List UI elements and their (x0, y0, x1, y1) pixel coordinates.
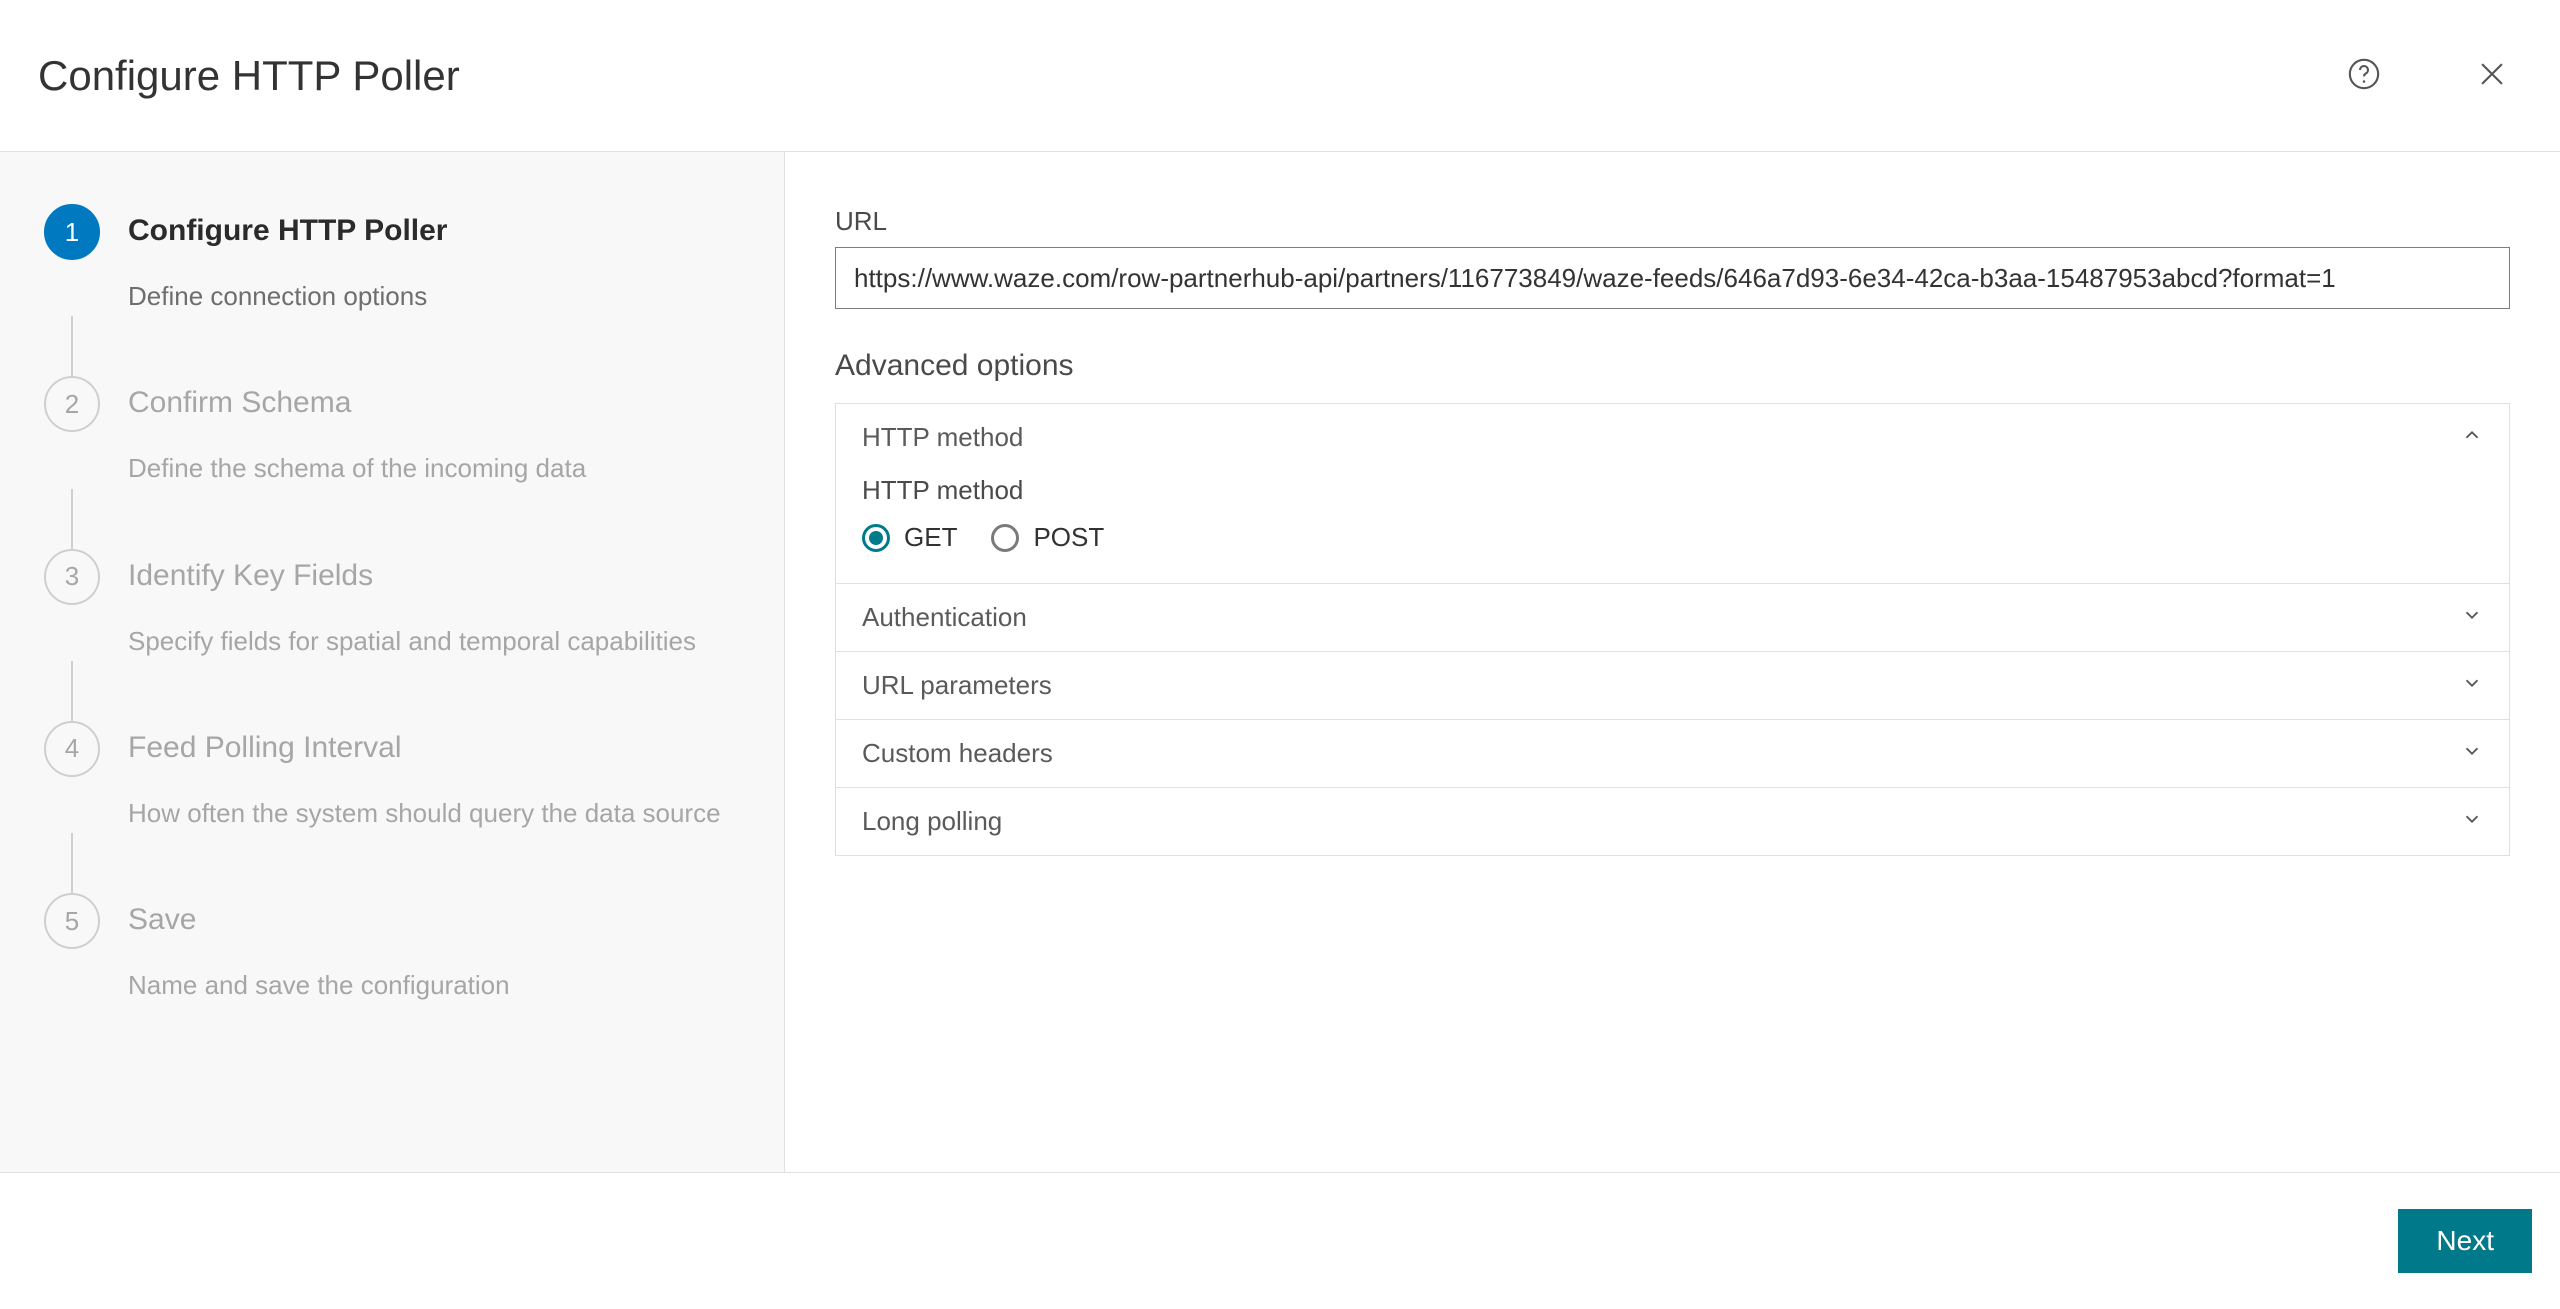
http-method-radio-group: GET POST (862, 522, 2483, 553)
step-1-subtitle: Define connection options (128, 276, 447, 316)
step-2-subtitle: Define the schema of the incoming data (128, 448, 586, 488)
close-icon[interactable] (2474, 56, 2510, 92)
step-2-number: 2 (44, 376, 100, 432)
accordion-custom-headers-header[interactable]: Custom headers (836, 720, 2509, 787)
accordion-long-polling-label: Long polling (862, 806, 1002, 837)
accordion-authentication: Authentication (836, 583, 2509, 651)
accordion-long-polling-header[interactable]: Long polling (836, 788, 2509, 855)
accordion-http-method-label: HTTP method (862, 422, 1023, 453)
step-4-subtitle: How often the system should query the da… (128, 793, 721, 833)
chevron-down-icon (2461, 672, 2483, 699)
step-4-title: Feed Polling Interval (128, 731, 721, 765)
radio-post-label: POST (1033, 522, 1104, 553)
wizard-footer: Next (0, 1172, 2560, 1309)
chevron-down-icon (2461, 604, 2483, 631)
step-5[interactable]: 5 Save Name and save the configuration (44, 893, 746, 1005)
next-button[interactable]: Next (2398, 1209, 2532, 1273)
step-3-number: 3 (44, 549, 100, 605)
accordion-authentication-header[interactable]: Authentication (836, 584, 2509, 651)
header-actions (2346, 56, 2510, 92)
radio-dot-icon (862, 524, 890, 552)
advanced-accordion: HTTP method HTTP method GET POST (835, 403, 2510, 856)
modal-header: Configure HTTP Poller (0, 0, 2560, 152)
http-method-body-label: HTTP method (862, 475, 2483, 506)
step-1-number: 1 (44, 204, 100, 260)
step-3-subtitle: Specify fields for spatial and temporal … (128, 621, 696, 661)
step-5-title: Save (128, 903, 510, 937)
help-icon[interactable] (2346, 56, 2382, 92)
step-5-number: 5 (44, 893, 100, 949)
step-4[interactable]: 4 Feed Polling Interval How often the sy… (44, 721, 746, 833)
step-2-title: Confirm Schema (128, 386, 586, 420)
step-4-number: 4 (44, 721, 100, 777)
step-1-title: Configure HTTP Poller (128, 214, 447, 248)
radio-get-label: GET (904, 522, 957, 553)
accordion-custom-headers: Custom headers (836, 719, 2509, 787)
accordion-custom-headers-label: Custom headers (862, 738, 1053, 769)
accordion-http-method-body: HTTP method GET POST (836, 471, 2509, 583)
radio-get[interactable]: GET (862, 522, 957, 553)
step-3-title: Identify Key Fields (128, 559, 696, 593)
url-input[interactable] (835, 247, 2510, 309)
radio-post[interactable]: POST (991, 522, 1104, 553)
step-5-subtitle: Name and save the configuration (128, 965, 510, 1005)
config-form: URL Advanced options HTTP method HTTP me… (785, 152, 2560, 1172)
advanced-options-heading: Advanced options (835, 349, 2510, 383)
accordion-url-parameters: URL parameters (836, 651, 2509, 719)
accordion-authentication-label: Authentication (862, 602, 1027, 633)
accordion-url-parameters-label: URL parameters (862, 670, 1052, 701)
url-label: URL (835, 206, 2510, 237)
step-1[interactable]: 1 Configure HTTP Poller Define connectio… (44, 204, 746, 316)
chevron-up-icon (2461, 424, 2483, 451)
radio-dot-icon (991, 524, 1019, 552)
chevron-down-icon (2461, 808, 2483, 835)
accordion-http-method: HTTP method HTTP method GET POST (836, 404, 2509, 583)
accordion-long-polling: Long polling (836, 787, 2509, 855)
accordion-http-method-header[interactable]: HTTP method (836, 404, 2509, 471)
chevron-down-icon (2461, 740, 2483, 767)
page-title: Configure HTTP Poller (38, 52, 460, 100)
step-3[interactable]: 3 Identify Key Fields Specify fields for… (44, 549, 746, 661)
step-2[interactable]: 2 Confirm Schema Define the schema of th… (44, 376, 746, 488)
accordion-url-parameters-header[interactable]: URL parameters (836, 652, 2509, 719)
wizard-steps: 1 Configure HTTP Poller Define connectio… (0, 152, 785, 1172)
